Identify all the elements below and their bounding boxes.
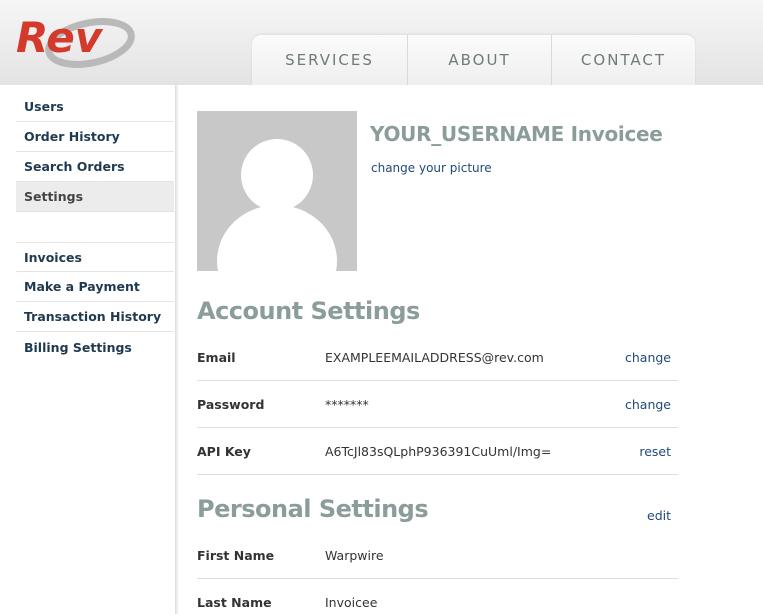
logo-text: Rev [16, 13, 104, 62]
email-label: Email [197, 350, 236, 365]
first-name-label: First Name [197, 548, 275, 563]
divider [197, 380, 678, 381]
nav-contact[interactable]: CONTACT [552, 35, 695, 85]
sidebar-item-invoices[interactable]: Invoices [16, 242, 174, 272]
last-name-label: Last Name [197, 595, 272, 610]
api-key-value: A6TcJl83sQLphP936391CuUml/Img= [325, 444, 552, 459]
profile-username: YOUR_USERNAME Invoicee [370, 122, 663, 146]
sidebar-item-settings[interactable]: Settings [16, 182, 174, 212]
nav-about[interactable]: ABOUT [408, 35, 552, 85]
sidebar-item-make-a-payment[interactable]: Make a Payment [16, 272, 174, 302]
sidebar-item-transaction-history[interactable]: Transaction History [16, 302, 174, 332]
account-settings-title: Account Settings [197, 297, 420, 325]
edit-personal-settings-link[interactable]: edit [647, 508, 671, 523]
change-password-link[interactable]: change [625, 397, 671, 412]
sidebar-item-order-history[interactable]: Order History [16, 122, 174, 152]
first-name-value: Warpwire [325, 548, 384, 563]
nav-services[interactable]: SERVICES [252, 35, 408, 85]
sidebar-item-users[interactable]: Users [16, 92, 174, 122]
change-email-link[interactable]: change [625, 350, 671, 365]
last-name-value: Invoicee [325, 595, 378, 610]
site-header: Rev SERVICES ABOUT CONTACT [0, 0, 763, 85]
change-picture-link[interactable]: change your picture [371, 161, 492, 175]
password-value: ******* [325, 397, 369, 412]
personal-settings-title: Personal Settings [197, 495, 429, 523]
password-label: Password [197, 397, 265, 412]
sidebar-divider [175, 85, 179, 614]
email-value: EXAMPLEEMAILADDRESS@rev.com [325, 350, 544, 365]
reset-api-key-link[interactable]: reset [639, 444, 671, 459]
divider [197, 578, 678, 579]
avatar-placeholder-icon [197, 111, 357, 271]
avatar [197, 111, 357, 271]
divider [197, 427, 678, 428]
sidebar-item-search-orders[interactable]: Search Orders [16, 152, 174, 182]
api-key-label: API Key [197, 444, 251, 459]
divider [197, 474, 678, 475]
rev-logo[interactable]: Rev [14, 12, 136, 70]
main-nav: SERVICES ABOUT CONTACT [252, 35, 695, 85]
sidebar-item-billing-settings[interactable]: Billing Settings [16, 332, 174, 362]
